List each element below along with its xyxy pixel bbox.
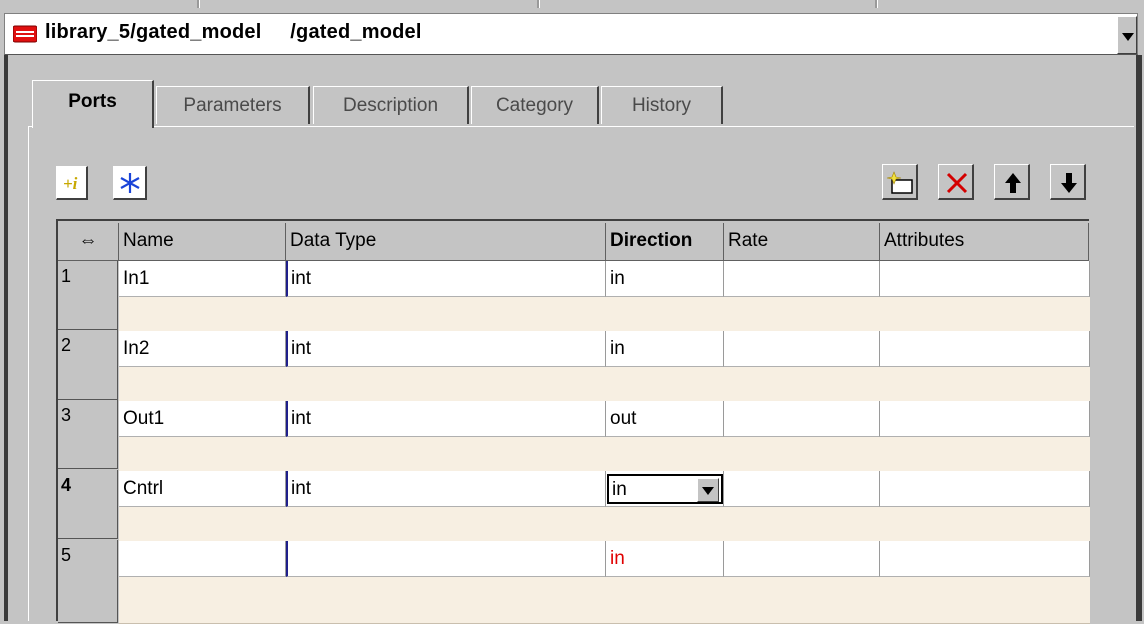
port-direction-cell[interactable]: in — [606, 261, 724, 297]
port-description-row[interactable] — [119, 507, 1090, 543]
row-number[interactable]: 3 — [58, 400, 118, 469]
port-type-cell[interactable]: int — [286, 471, 606, 507]
port-direction-cell[interactable]: out — [606, 401, 724, 437]
port-name-cell[interactable]: In1 — [119, 261, 286, 297]
port-type-cell[interactable]: int — [286, 401, 606, 437]
new-row-icon — [886, 171, 913, 194]
move-down-button[interactable] — [1050, 164, 1086, 200]
model-path-title: library_5/gated_model /gated_model — [45, 21, 422, 43]
delete-row-button[interactable] — [938, 164, 974, 200]
column-header-name[interactable]: Name — [119, 223, 286, 261]
column-header-attributes[interactable]: Attributes — [880, 223, 1089, 261]
chevron-down-icon — [702, 487, 714, 495]
port-direction-cell[interactable]: in — [606, 471, 724, 507]
port-name-cell[interactable]: Cntrl — [119, 471, 286, 507]
freeze-button[interactable] — [113, 166, 147, 200]
frame-left-edge — [4, 55, 8, 621]
library-block-icon — [12, 25, 38, 43]
freeze-icon — [120, 173, 140, 193]
port-name-cell[interactable] — [119, 541, 286, 577]
row-number[interactable]: 5 — [58, 540, 118, 623]
resize-arrows-icon: ⇔ — [78, 230, 98, 251]
port-attributes-cell[interactable] — [880, 261, 1090, 297]
arrow-down-icon — [1061, 173, 1077, 193]
port-description-row[interactable] — [119, 577, 1090, 624]
port-rate-cell[interactable] — [724, 471, 880, 507]
insert-info-icon: +i — [63, 174, 78, 193]
port-name-cell[interactable]: Out1 — [119, 401, 286, 437]
port-name-cell[interactable]: In2 — [119, 331, 286, 367]
chevron-down-icon — [1122, 33, 1134, 41]
row-number[interactable]: 1 — [58, 261, 118, 330]
arrow-up-icon — [1005, 173, 1021, 193]
port-attributes-cell[interactable] — [880, 401, 1090, 437]
tab-history[interactable]: History — [601, 86, 723, 124]
svg-text:+i: +i — [63, 174, 78, 193]
tab-ports[interactable]: Ports — [32, 80, 154, 128]
row-number[interactable]: 4 — [58, 470, 118, 539]
port-rate-cell[interactable] — [724, 331, 880, 367]
direction-dropdown-button[interactable] — [697, 478, 719, 502]
port-type-cell[interactable] — [286, 541, 606, 577]
port-direction-cell[interactable]: in — [606, 331, 724, 367]
move-up-button[interactable] — [994, 164, 1030, 200]
direction-select[interactable]: in — [607, 474, 723, 504]
port-description-row[interactable] — [119, 297, 1090, 333]
port-rate-cell[interactable] — [724, 401, 880, 437]
port-type-cell[interactable]: int — [286, 331, 606, 367]
column-resize-handle[interactable]: ⇔ — [58, 223, 119, 261]
direction-select-value: in — [612, 479, 627, 500]
model-path-bar[interactable]: library_5/gated_model /gated_model — [4, 13, 1138, 55]
port-attributes-cell[interactable] — [880, 541, 1090, 577]
port-direction-cell[interactable]: in — [606, 541, 724, 577]
port-rate-cell[interactable] — [724, 541, 880, 577]
tab-category[interactable]: Category — [471, 86, 599, 124]
delete-icon — [946, 172, 968, 194]
new-row-button[interactable] — [882, 164, 918, 200]
insert-info-button[interactable]: +i — [56, 166, 88, 200]
port-attributes-cell[interactable] — [880, 331, 1090, 367]
port-attributes-cell[interactable] — [880, 471, 1090, 507]
frame-right-edge — [1136, 55, 1142, 621]
row-number[interactable]: 2 — [58, 330, 118, 400]
port-description-row[interactable] — [119, 437, 1090, 473]
port-type-cell[interactable]: int — [286, 261, 606, 297]
port-rate-cell[interactable] — [724, 261, 880, 297]
column-header-rate[interactable]: Rate — [724, 223, 880, 261]
path-dropdown-button[interactable] — [1117, 16, 1137, 54]
tab-parameters[interactable]: Parameters — [156, 86, 310, 124]
ports-table: ⇔ Name Data Type Direction Rate Attribut… — [56, 219, 1090, 624]
column-header-direction[interactable]: Direction — [606, 223, 724, 261]
tab-description[interactable]: Description — [313, 86, 469, 124]
column-header-data-type[interactable]: Data Type — [286, 223, 606, 261]
port-description-row[interactable] — [119, 367, 1090, 403]
top-strip — [0, 0, 1144, 12]
